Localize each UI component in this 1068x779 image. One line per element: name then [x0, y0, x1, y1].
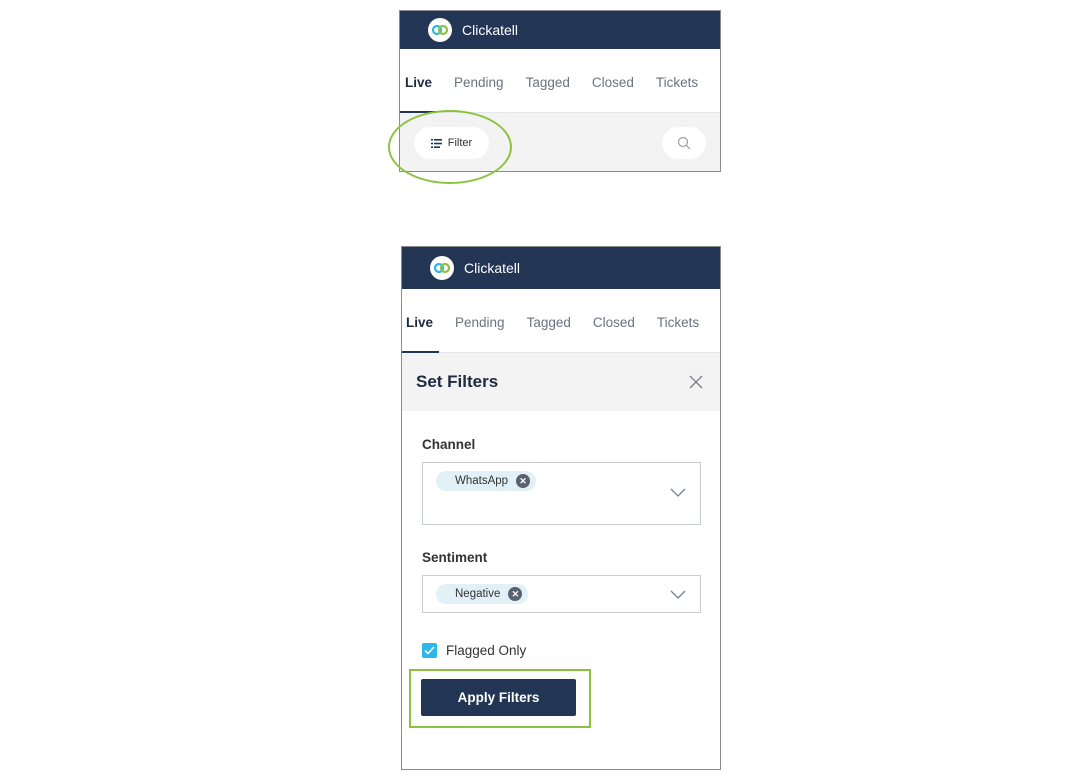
search-icon: [677, 136, 691, 150]
channel-chip: WhatsApp ✕: [436, 471, 537, 491]
check-icon: [424, 646, 435, 655]
app-header: Clickatell: [400, 11, 720, 49]
flagged-only-row: Flagged Only: [422, 643, 720, 658]
close-button[interactable]: [686, 372, 706, 392]
chevron-down-icon: [670, 590, 686, 599]
active-tab-indicator: [402, 351, 439, 353]
tab-pending[interactable]: Pending: [455, 315, 505, 352]
clickatell-logo-icon: [430, 256, 454, 280]
channel-chip-label: WhatsApp: [455, 475, 509, 487]
tab-tickets[interactable]: Tickets: [656, 75, 698, 112]
tab-closed[interactable]: Closed: [593, 315, 635, 352]
sentiment-label: Sentiment: [422, 550, 488, 565]
channel-select[interactable]: WhatsApp ✕: [422, 462, 701, 525]
search-button[interactable]: [662, 127, 706, 159]
tab-closed[interactable]: Closed: [592, 75, 634, 112]
tab-pending[interactable]: Pending: [454, 75, 504, 112]
app-header: Clickatell: [402, 247, 720, 289]
clickatell-logo-icon: [428, 18, 452, 42]
sentiment-chip: Negative ✕: [436, 584, 529, 604]
close-icon: [689, 375, 703, 389]
tab-tickets[interactable]: Tickets: [657, 315, 699, 352]
sentiment-select[interactable]: Negative ✕: [422, 575, 701, 613]
flagged-only-checkbox[interactable]: [422, 643, 437, 658]
chevron-down-icon: [670, 488, 686, 497]
tab-tagged[interactable]: Tagged: [527, 315, 571, 352]
channel-label: Channel: [422, 437, 476, 452]
tab-live[interactable]: Live: [405, 75, 432, 112]
flagged-only-label: Flagged Only: [446, 643, 527, 658]
chip-remove-icon[interactable]: ✕: [516, 474, 531, 488]
apply-filters-button[interactable]: Apply Filters: [421, 679, 576, 716]
tab-tagged[interactable]: Tagged: [526, 75, 570, 112]
brand-name: Clickatell: [464, 260, 521, 276]
brand-name: Clickatell: [462, 22, 519, 38]
set-filters-title: Set Filters: [416, 372, 499, 391]
tab-live[interactable]: Live: [406, 315, 433, 352]
chip-remove-icon[interactable]: ✕: [508, 587, 523, 601]
tab-bar: Live Pending Tagged Closed Tickets: [400, 49, 720, 113]
set-filters-header: Set Filters: [402, 353, 720, 411]
sentiment-chip-label: Negative: [455, 588, 501, 600]
tab-bar: Live Pending Tagged Closed Tickets: [402, 289, 720, 353]
filter-button-highlight: [388, 110, 512, 184]
